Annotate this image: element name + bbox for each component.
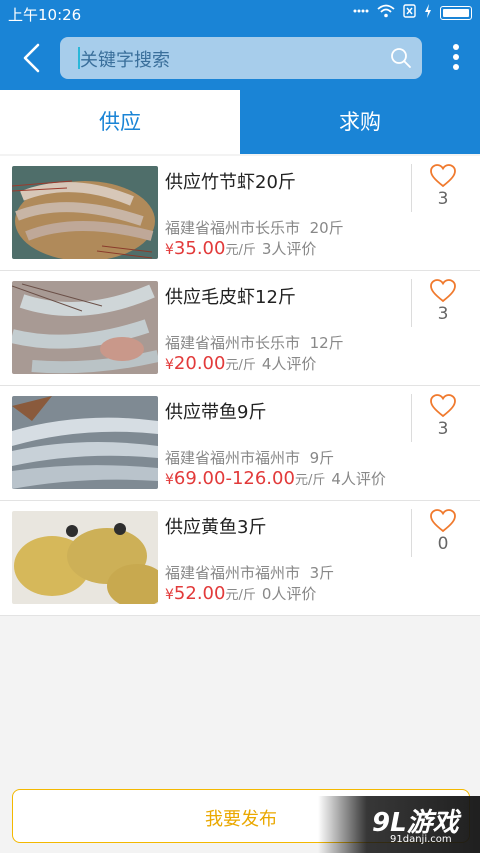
tab-supply[interactable]: 供应 [0, 90, 240, 154]
list-item[interactable]: 供应竹节虾20斤 福建省福州市长乐市 20斤 ¥35.00元/斤 3人评价 3 [0, 156, 480, 271]
product-price: ¥35.00元/斤 3人评价 [165, 238, 317, 259]
review-count: 4人评价 [331, 470, 386, 488]
product-image-yellow-croaker [12, 511, 158, 604]
chevron-left-icon [23, 43, 40, 73]
watermark-url: 91danji.com [390, 834, 452, 845]
product-image-hairtail [12, 396, 158, 489]
product-title: 供应毛皮虾12斤 [165, 287, 296, 308]
heart-icon[interactable] [430, 394, 456, 418]
wifi-icon [377, 4, 395, 22]
product-price: ¥52.00元/斤 0人评价 [165, 583, 317, 604]
product-list: 供应竹节虾20斤 福建省福州市长乐市 20斤 ¥35.00元/斤 3人评价 3 供… [0, 156, 480, 616]
sim-x-icon [403, 4, 416, 22]
product-location: 福建省福州市长乐市 12斤 [165, 334, 344, 352]
list-item[interactable]: 供应带鱼9斤 福建省福州市福州市 9斤 ¥69.00-126.00元/斤 4人评价… [0, 386, 480, 501]
product-location: 福建省福州市福州市 3斤 [165, 564, 335, 582]
heart-icon[interactable] [430, 279, 456, 303]
list-item[interactable]: 供应黄鱼3斤 福建省福州市福州市 3斤 ¥52.00元/斤 0人评价 0 [0, 501, 480, 616]
review-count: 0人评价 [261, 585, 317, 603]
heart-icon[interactable] [430, 164, 456, 188]
status-icons [353, 4, 472, 22]
signal-icon [353, 5, 369, 21]
product-image-shrimp [12, 166, 158, 259]
watermark-logo: 9L游戏 91danji.com [318, 796, 480, 853]
status-bar: 上午10:26 [0, 0, 480, 26]
product-title: 供应竹节虾20斤 [165, 172, 296, 193]
search-input[interactable]: 关键字搜索 [80, 46, 170, 72]
product-title: 供应带鱼9斤 [165, 402, 267, 423]
tab-purchase[interactable]: 求购 [240, 90, 480, 154]
product-location: 福建省福州市福州市 9斤 [165, 449, 335, 467]
tab-bar: 供应 求购 [0, 90, 480, 154]
search-bar[interactable]: 关键字搜索 [60, 37, 422, 79]
product-image-shrimp [12, 281, 158, 374]
more-menu-icon[interactable] [452, 44, 460, 74]
back-button[interactable] [18, 42, 46, 74]
list-item[interactable]: 供应毛皮虾12斤 福建省福州市长乐市 12斤 ¥20.00元/斤 4人评价 3 [0, 271, 480, 386]
review-count: 3人评价 [261, 240, 317, 258]
charging-icon [424, 4, 432, 22]
product-price: ¥20.00元/斤 4人评价 [165, 353, 317, 374]
like-count: 0 [437, 534, 449, 554]
heart-icon[interactable] [430, 509, 456, 533]
battery-icon [440, 6, 472, 20]
review-count: 4人评价 [261, 355, 317, 373]
like-count: 3 [437, 304, 449, 324]
product-price: ¥69.00-126.00元/斤 4人评价 [165, 468, 386, 489]
search-icon[interactable] [390, 47, 412, 69]
like-count: 3 [437, 419, 449, 439]
product-title: 供应黄鱼3斤 [165, 517, 267, 538]
app-header: 上午10:26 关键字搜索 供应 求购 [0, 0, 480, 154]
status-time: 上午10:26 [8, 6, 82, 24]
like-count: 3 [437, 189, 449, 209]
product-location: 福建省福州市长乐市 20斤 [165, 219, 344, 237]
